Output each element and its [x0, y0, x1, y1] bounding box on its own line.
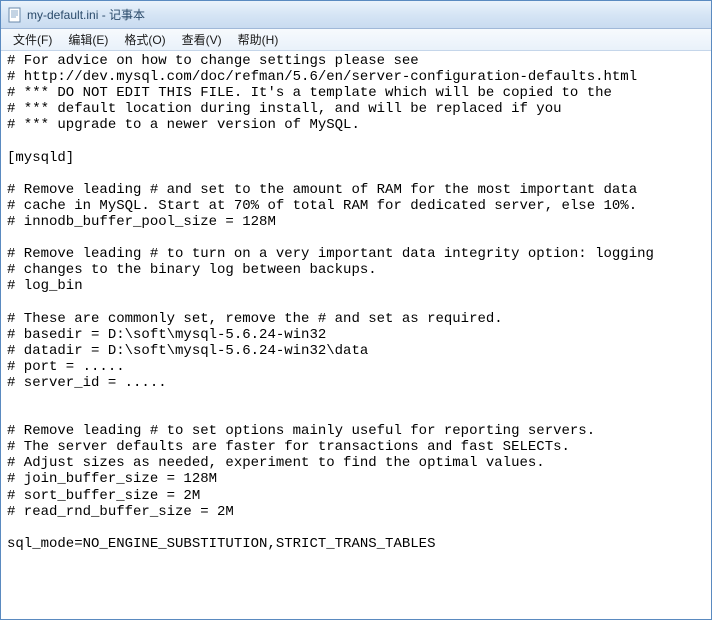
text-editor-area[interactable]: # For advice on how to change settings p…	[1, 51, 711, 619]
notepad-icon	[7, 7, 23, 23]
menu-bar: 文件(F) 编辑(E) 格式(O) 查看(V) 帮助(H)	[1, 29, 711, 51]
title-bar: my-default.ini - 记事本	[1, 1, 711, 29]
menu-view[interactable]: 查看(V)	[174, 29, 230, 50]
menu-format[interactable]: 格式(O)	[116, 29, 173, 50]
menu-help[interactable]: 帮助(H)	[230, 29, 287, 50]
menu-edit[interactable]: 编辑(E)	[60, 29, 116, 50]
menu-file[interactable]: 文件(F)	[5, 29, 60, 50]
window-title: my-default.ini - 记事本	[27, 6, 145, 23]
